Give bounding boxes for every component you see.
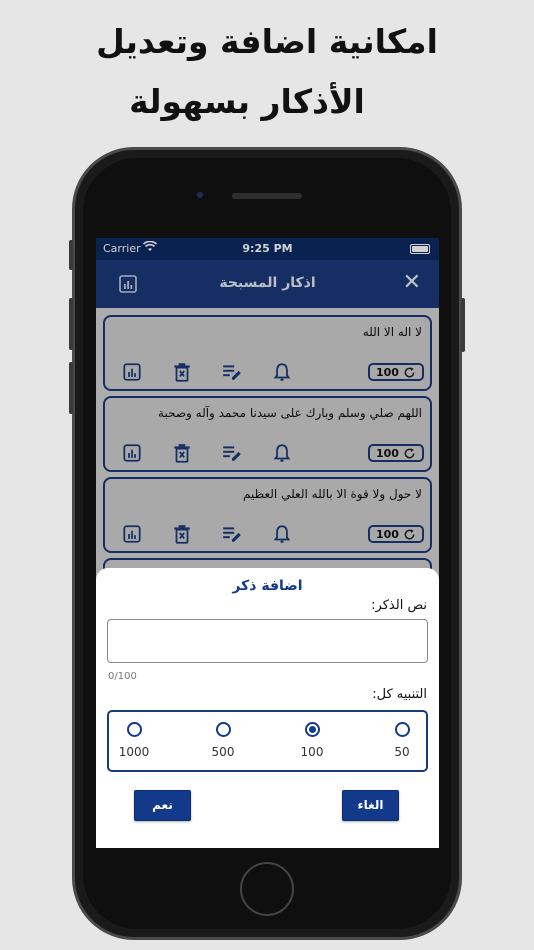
radio-circle[interactable] (215, 722, 231, 737)
radio-option-500[interactable]: 500 (198, 722, 248, 759)
radio-label: 100 (300, 745, 324, 759)
speaker-grille (232, 193, 302, 199)
promo-line-2: الأذكار بسهولة (129, 82, 365, 121)
radio-label: 50 (394, 745, 410, 759)
add-dhikr-sheet: اضافة ذكر نص الذكر: 0/100 التنبيه كل: 10… (96, 568, 439, 848)
radio-circle[interactable] (394, 722, 410, 737)
radio-option-100[interactable]: 100 (287, 722, 337, 759)
alert-interval-radio-group: 1000 500 100 50 (107, 710, 428, 772)
front-camera (195, 190, 205, 200)
promo-line-1: امكانية اضافة وتعديل (96, 22, 438, 61)
radio-circle[interactable] (126, 722, 142, 737)
radio-option-50[interactable]: 50 (377, 722, 427, 759)
app-screen: Carrier 9:25 PM اذكار المسبحة ✕ لا اله ا… (96, 238, 439, 848)
home-button[interactable] (240, 862, 294, 916)
char-counter: 0/100 (108, 671, 137, 682)
radio-label: 500 (211, 745, 235, 759)
radio-option-1000[interactable]: 1000 (109, 722, 159, 759)
radio-circle-selected[interactable] (304, 722, 320, 737)
cancel-button[interactable]: الغاء (342, 790, 399, 821)
volume-up-button (69, 298, 73, 350)
volume-down-button (69, 362, 73, 414)
radio-label: 1000 (118, 745, 150, 759)
confirm-button[interactable]: نعم (134, 790, 191, 821)
dhikr-text-input[interactable] (107, 619, 428, 663)
power-button (461, 298, 465, 352)
mute-switch (69, 240, 73, 270)
alert-interval-label: التنبيه كل: (372, 687, 427, 702)
sheet-title: اضافة ذكر (232, 578, 303, 594)
text-field-label: نص الذكر: (371, 598, 427, 613)
